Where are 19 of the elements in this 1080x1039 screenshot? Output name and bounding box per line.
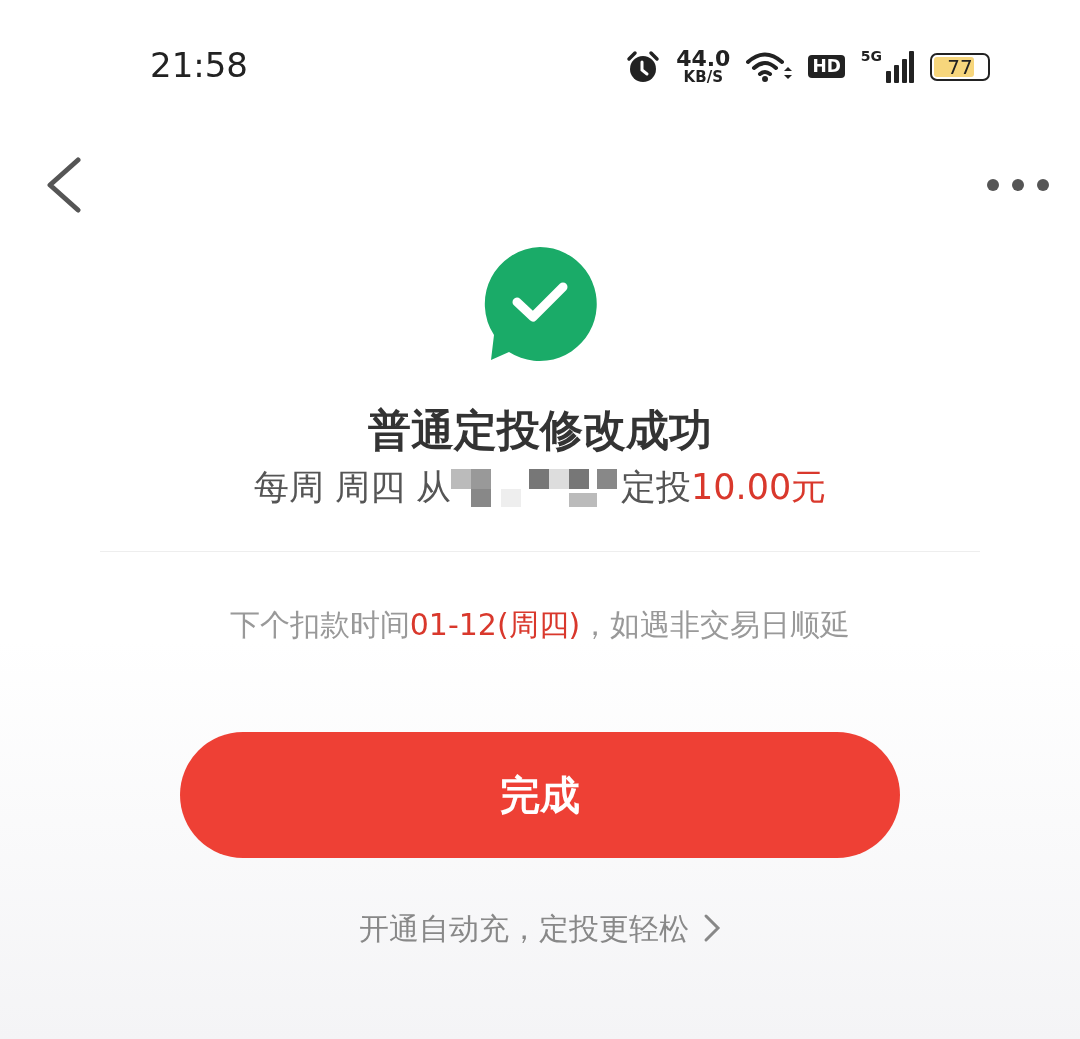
alarm-icon [626, 49, 661, 84]
next-debit-note: 下个扣款时间01-12(周四)，如遇非交易日顺延 [229, 605, 851, 644]
back-icon[interactable] [44, 157, 82, 213]
more-icon[interactable] [986, 178, 1050, 192]
schedule-text: 定投 [621, 465, 692, 509]
auto-recharge-link[interactable]: 开通自动充，定投更轻松 [359, 905, 721, 951]
network-type: 5G [860, 48, 882, 63]
hd-badge: HD [808, 55, 845, 78]
result-title: 普通定投修改成功 [368, 405, 712, 457]
speed-unit: KB/S [683, 70, 723, 85]
wifi-icon [746, 50, 793, 83]
amount-text: 10.00元 [691, 465, 827, 509]
done-button[interactable]: 完成 [180, 731, 900, 858]
signal-icon [886, 50, 914, 83]
schedule-text: 每周 周四 从 [253, 465, 452, 509]
speed-value: 44.0 [676, 48, 731, 70]
chevron-right-icon [703, 913, 721, 944]
battery-indicator: 77 [930, 52, 990, 81]
clock-time: 21:58 [150, 48, 248, 82]
